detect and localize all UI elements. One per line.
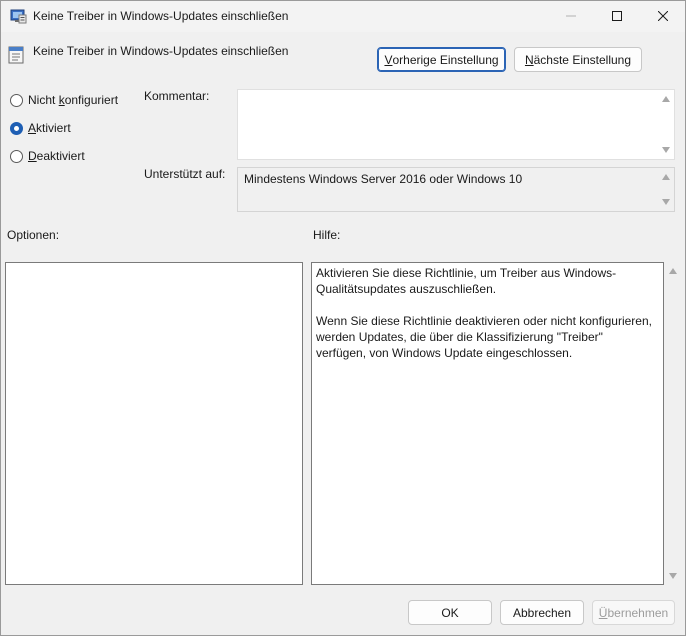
maximize-icon	[612, 10, 622, 24]
maximize-button[interactable]	[594, 1, 640, 32]
title-bar[interactable]: Keine Treiber in Windows-Updates einschl…	[1, 1, 685, 32]
policy-title: Keine Treiber in Windows-Updates einschl…	[33, 44, 289, 58]
scroll-down-icon[interactable]	[660, 197, 672, 207]
minimize-icon	[566, 10, 576, 24]
apply-button[interactable]: Übernehmen	[592, 600, 675, 625]
options-label: Optionen:	[7, 228, 60, 242]
radio-enabled-circle[interactable]	[10, 121, 23, 135]
help-scrollbar[interactable]	[665, 262, 681, 585]
radio-not-configured[interactable]: Nicht konfiguriert	[10, 92, 118, 108]
ok-button[interactable]: OK	[408, 600, 492, 625]
close-icon	[657, 10, 669, 24]
close-button[interactable]	[640, 1, 686, 32]
radio-not-configured-circle[interactable]	[10, 93, 23, 107]
radio-disabled[interactable]: Deaktiviert	[10, 148, 85, 164]
scroll-down-icon[interactable]	[660, 145, 672, 155]
scroll-down-icon[interactable]	[667, 571, 679, 581]
supported-on-label: Unterstützt auf:	[144, 167, 226, 181]
comment-textarea[interactable]	[237, 89, 675, 160]
help-label: Hilfe:	[313, 228, 341, 242]
next-setting-button[interactable]: Nächste Einstellung	[514, 47, 642, 72]
help-text: Aktivieren Sie diese Richtlinie, um Trei…	[316, 265, 656, 377]
group-policy-app-icon	[10, 8, 27, 24]
help-paragraph-1: Aktivieren Sie diese Richtlinie, um Trei…	[316, 266, 617, 296]
help-paragraph-2: Wenn Sie diese Richtlinie deaktivieren o…	[316, 314, 652, 360]
scroll-up-icon[interactable]	[667, 266, 679, 276]
previous-setting-button[interactable]: Vorherige Einstellung	[377, 47, 506, 72]
radio-enabled[interactable]: Aktiviert	[10, 120, 71, 136]
options-panel	[5, 262, 303, 585]
scroll-up-icon[interactable]	[660, 94, 672, 104]
scroll-up-icon[interactable]	[660, 172, 672, 182]
cancel-button[interactable]: Abbrechen	[500, 600, 584, 625]
help-panel: Aktivieren Sie diese Richtlinie, um Trei…	[311, 262, 664, 585]
comment-label: Kommentar:	[144, 89, 210, 103]
radio-enabled-label: Aktiviert	[28, 121, 71, 135]
supported-on-field: Mindestens Windows Server 2016 oder Wind…	[237, 167, 675, 212]
policy-dialog-window: Keine Treiber in Windows-Updates einschl…	[0, 0, 686, 636]
policy-setting-icon	[8, 46, 24, 64]
supported-on-value: Mindestens Windows Server 2016 oder Wind…	[244, 172, 523, 186]
radio-disabled-label: Deaktiviert	[28, 149, 85, 163]
radio-not-configured-label: Nicht konfiguriert	[28, 93, 119, 107]
minimize-button[interactable]	[548, 1, 594, 32]
window-title: Keine Treiber in Windows-Updates einschl…	[33, 9, 289, 23]
radio-disabled-circle[interactable]	[10, 149, 23, 163]
